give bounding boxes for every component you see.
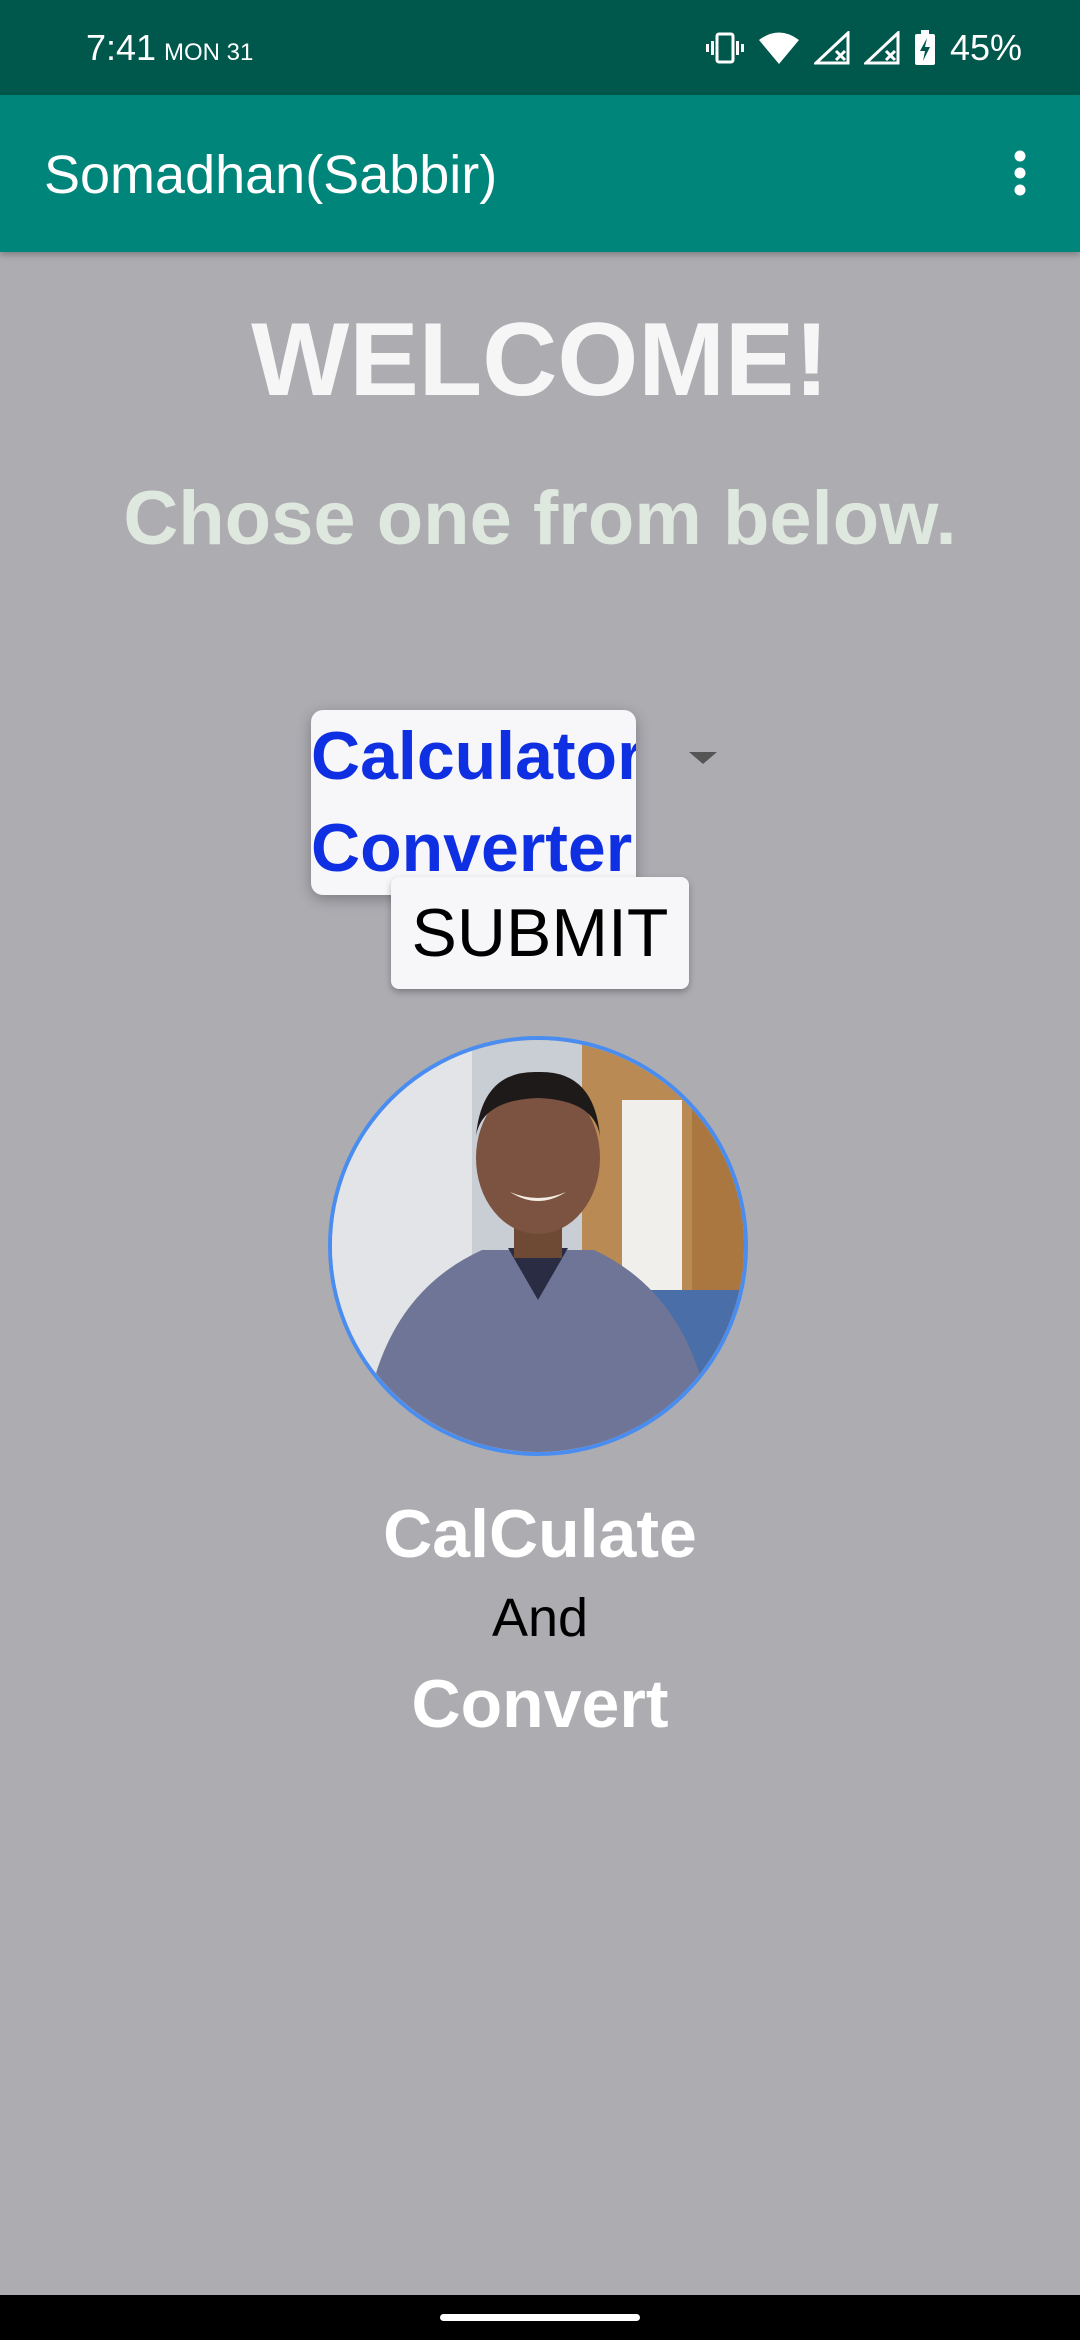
dropdown-arrow-icon[interactable] <box>686 746 720 770</box>
signal-icon <box>813 31 850 65</box>
signal-icon <box>863 31 900 65</box>
tagline-and: And <box>491 1588 589 1648</box>
dropdown-menu: Calculator Converter <box>311 710 636 895</box>
dropdown-option-calculator[interactable]: Calculator <box>311 710 636 802</box>
status-date: MON 31 <box>164 39 254 66</box>
home-gesture-handle[interactable] <box>440 2314 640 2321</box>
tagline-convert: Convert <box>411 1666 669 1742</box>
app-bar: Somadhan(Sabbir) <box>0 95 1080 252</box>
wifi-icon <box>758 31 800 65</box>
app-title: Somadhan(Sabbir) <box>44 145 498 205</box>
welcome-heading: WELCOME! <box>251 302 829 418</box>
profile-photo <box>328 1036 748 1456</box>
battery-percentage: 45% <box>949 27 1022 68</box>
vibrate-icon <box>705 32 744 64</box>
submit-button[interactable]: SUBMIT <box>391 877 689 989</box>
subtitle: Chose one from below. <box>123 476 957 561</box>
status-time: 7:41 <box>86 27 157 68</box>
navigation-bar <box>0 2295 1080 2340</box>
tagline-calculate: CalCulate <box>383 1496 697 1572</box>
more-vert-icon[interactable] <box>980 133 1060 213</box>
status-icons: 45% <box>705 26 1022 70</box>
battery-charging-icon <box>914 30 936 66</box>
status-bar: 7:41 MON 31 45% <box>0 0 1080 95</box>
